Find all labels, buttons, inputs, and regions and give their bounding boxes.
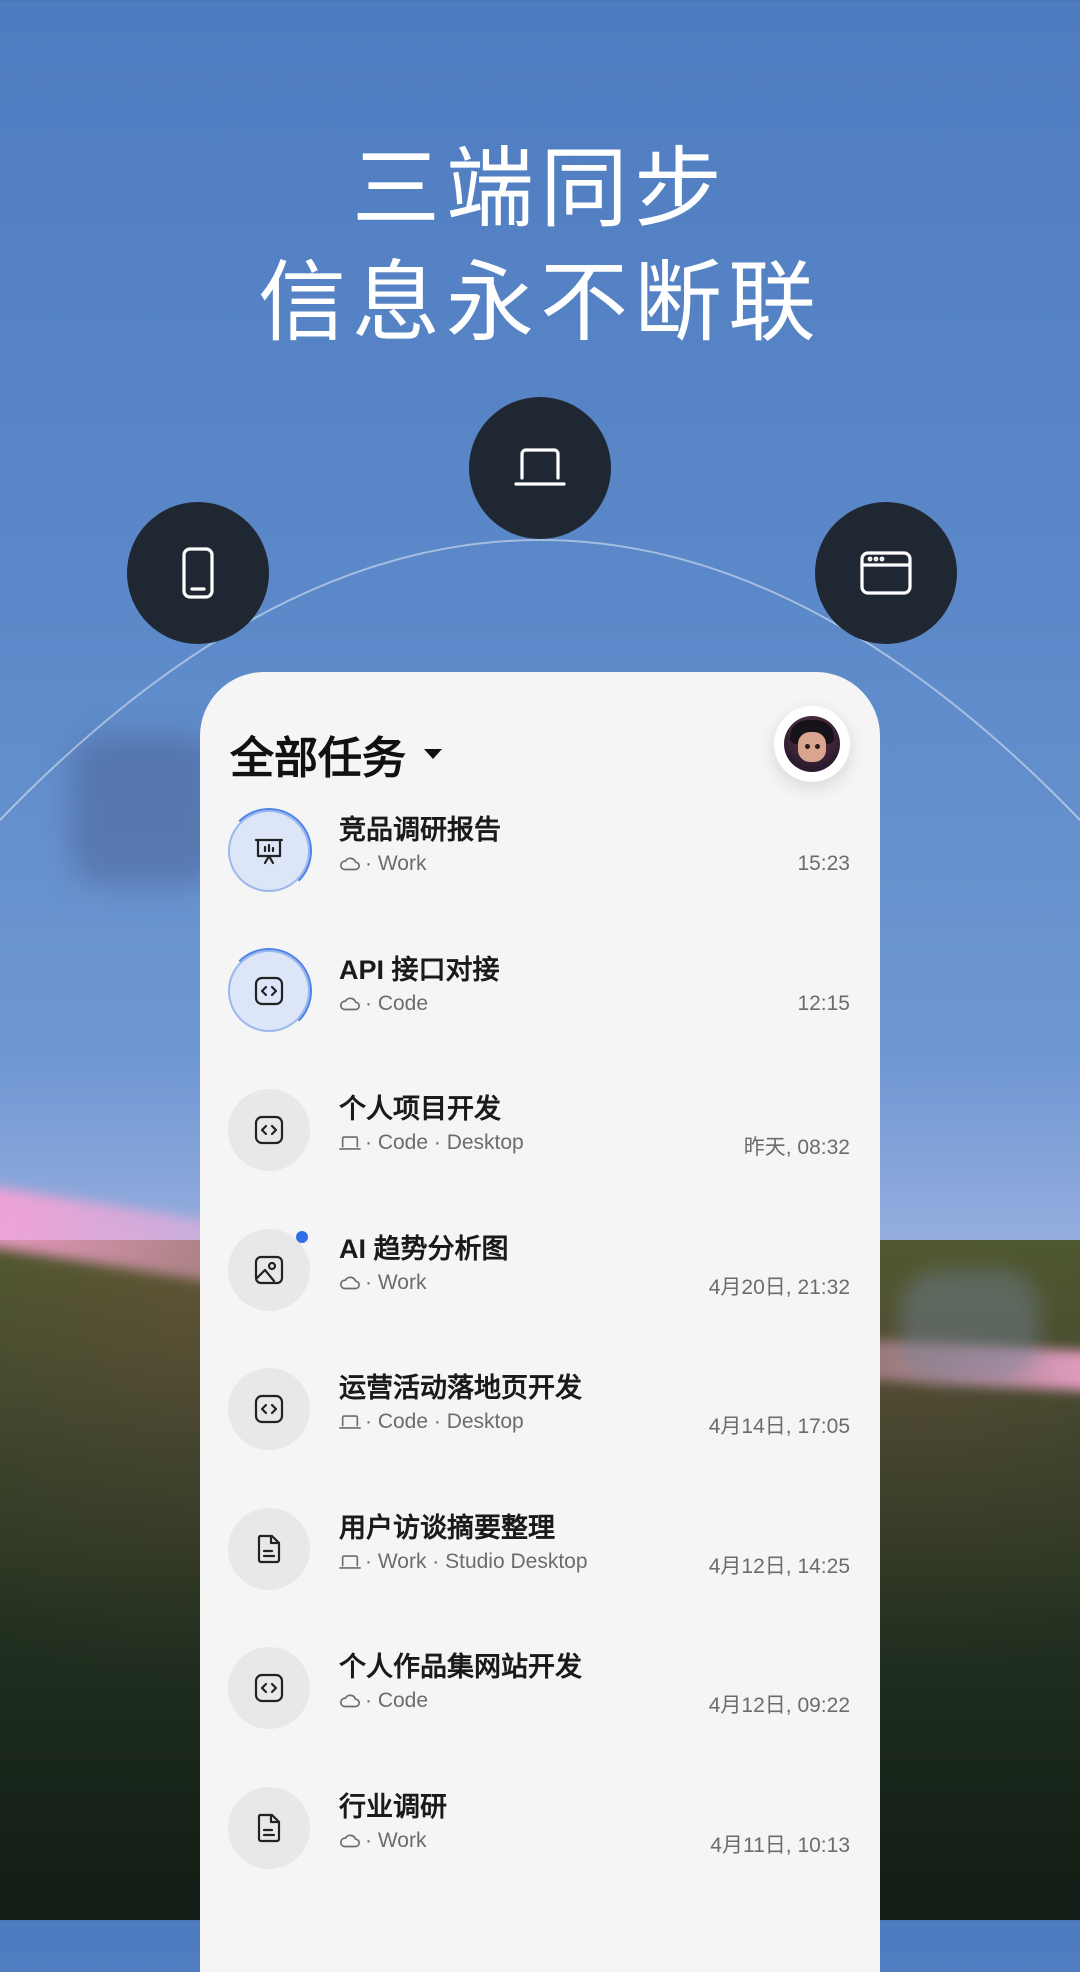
task-type-icon-badge [228, 1507, 310, 1590]
task-title: 运营活动落地页开发 [339, 1373, 582, 1403]
task-title: 个人作品集网站开发 [339, 1652, 582, 1682]
task-meta: · Work [339, 1829, 426, 1853]
task-type-icon-badge [228, 1786, 310, 1869]
unread-dot [296, 1230, 308, 1243]
task-title: 用户访谈摘要整理 [339, 1512, 555, 1543]
task-meta-text: · Code [365, 991, 429, 1015]
task-row[interactable]: 个人项目开发 · Code · Desktop 昨天, 08:32 [200, 1079, 880, 1219]
task-type-icon-badge [228, 1228, 310, 1311]
task-filter-dropdown[interactable]: 全部任务 [230, 722, 442, 786]
task-meta: · Work · Studio Desktop [339, 1550, 588, 1574]
task-time: 15:23 [797, 852, 850, 875]
task-meta-text: · Work [365, 1270, 427, 1294]
task-meta: · Work [339, 1271, 426, 1295]
document-icon [252, 1811, 286, 1845]
blurred-shape-right [900, 1270, 1040, 1380]
laptop-icon [514, 448, 566, 486]
task-meta: · Code [339, 992, 428, 1016]
avatar-button[interactable] [774, 706, 850, 782]
cloud-icon [339, 1832, 365, 1850]
task-type-icon-badge [226, 808, 312, 894]
phone-device [127, 502, 269, 644]
task-title: 竞品调研报告 [339, 815, 501, 845]
task-title: AI 趋势分析图 [339, 1233, 509, 1264]
task-time: 昨天, 08:32 [743, 1136, 850, 1159]
cloud-icon [339, 1692, 365, 1710]
task-meta: · Code · Desktop [339, 1131, 524, 1155]
laptop-icon [339, 1134, 365, 1152]
web-device [815, 502, 957, 644]
task-meta-text: · Work [365, 1828, 427, 1852]
laptop-icon [339, 1413, 365, 1431]
task-type-icon-badge [228, 1368, 310, 1450]
document-icon [252, 1532, 286, 1566]
task-title: API 接口对接 [339, 954, 500, 985]
cloud-icon [339, 855, 365, 873]
code-icon [252, 1392, 286, 1426]
task-time: 4月14日, 17:05 [708, 1415, 850, 1438]
cloud-icon [339, 1274, 365, 1292]
task-row[interactable]: 个人作品集网站开发 · Code 4月12日, 09:22 [200, 1637, 880, 1777]
task-meta: · Code [339, 1689, 428, 1713]
task-meta-text: · Code · Desktop [365, 1410, 524, 1433]
task-meta: · Work [339, 852, 426, 876]
task-meta-text: · Work [365, 852, 427, 875]
image-icon [252, 1253, 286, 1287]
task-list: 竞品调研报告 · Work 15:23 API 接口对接 · Code 12:15 个人项目… [200, 800, 880, 1916]
task-title: 行业调研 [339, 1791, 447, 1822]
code-icon [252, 1671, 286, 1705]
task-row[interactable]: 行业调研 · Work 4月11日, 10:13 [200, 1777, 880, 1917]
task-time: 4月12日, 14:25 [708, 1554, 850, 1578]
headline-line-1: 三端同步 [351, 139, 728, 238]
phone-icon [182, 547, 214, 599]
avatar [784, 716, 840, 772]
laptop-device [469, 397, 611, 539]
task-type-icon-badge [226, 947, 312, 1034]
cloud-icon [339, 995, 365, 1013]
task-row[interactable]: 竞品调研报告 · Work 15:23 [200, 800, 880, 940]
code-icon [252, 974, 286, 1008]
card-title: 全部任务 [230, 734, 406, 783]
task-meta-text: · Work · Studio Desktop [365, 1549, 588, 1573]
task-title: 个人项目开发 [339, 1094, 501, 1124]
task-row[interactable]: 运营活动落地页开发 · Code · Desktop 4月14日, 17:05 [200, 1358, 880, 1498]
blurred-shape-left [70, 735, 220, 885]
browser-window-icon [860, 551, 912, 595]
task-meta-text: · Code · Desktop [365, 1131, 524, 1154]
task-type-icon-badge [228, 1647, 310, 1729]
task-time: 4月20日, 21:32 [708, 1275, 850, 1299]
laptop-icon [339, 1553, 365, 1571]
headline-line-2: 信息永不断联 [257, 253, 822, 352]
code-icon [252, 1113, 286, 1147]
task-row[interactable]: API 接口对接 · Code 12:15 [200, 940, 880, 1080]
presentation-chart-icon [252, 834, 286, 868]
task-time: 4月12日, 09:22 [708, 1694, 850, 1717]
task-row[interactable]: AI 趋势分析图 · Work 4月20日, 21:32 [200, 1219, 880, 1359]
task-type-icon-badge [228, 1089, 310, 1171]
task-time: 4月11日, 10:13 [710, 1833, 850, 1857]
task-time: 12:15 [797, 991, 850, 1015]
caret-down-icon [424, 749, 442, 759]
task-meta-text: · Code [365, 1689, 429, 1712]
task-row[interactable]: 用户访谈摘要整理 · Work · Studio Desktop 4月12日, 14… [200, 1498, 880, 1638]
task-card: 全部任务 竞品调研报告 · Work 15:23 API 接口对接 · Code 12:1… [200, 672, 880, 1972]
task-meta: · Code · Desktop [339, 1410, 524, 1434]
